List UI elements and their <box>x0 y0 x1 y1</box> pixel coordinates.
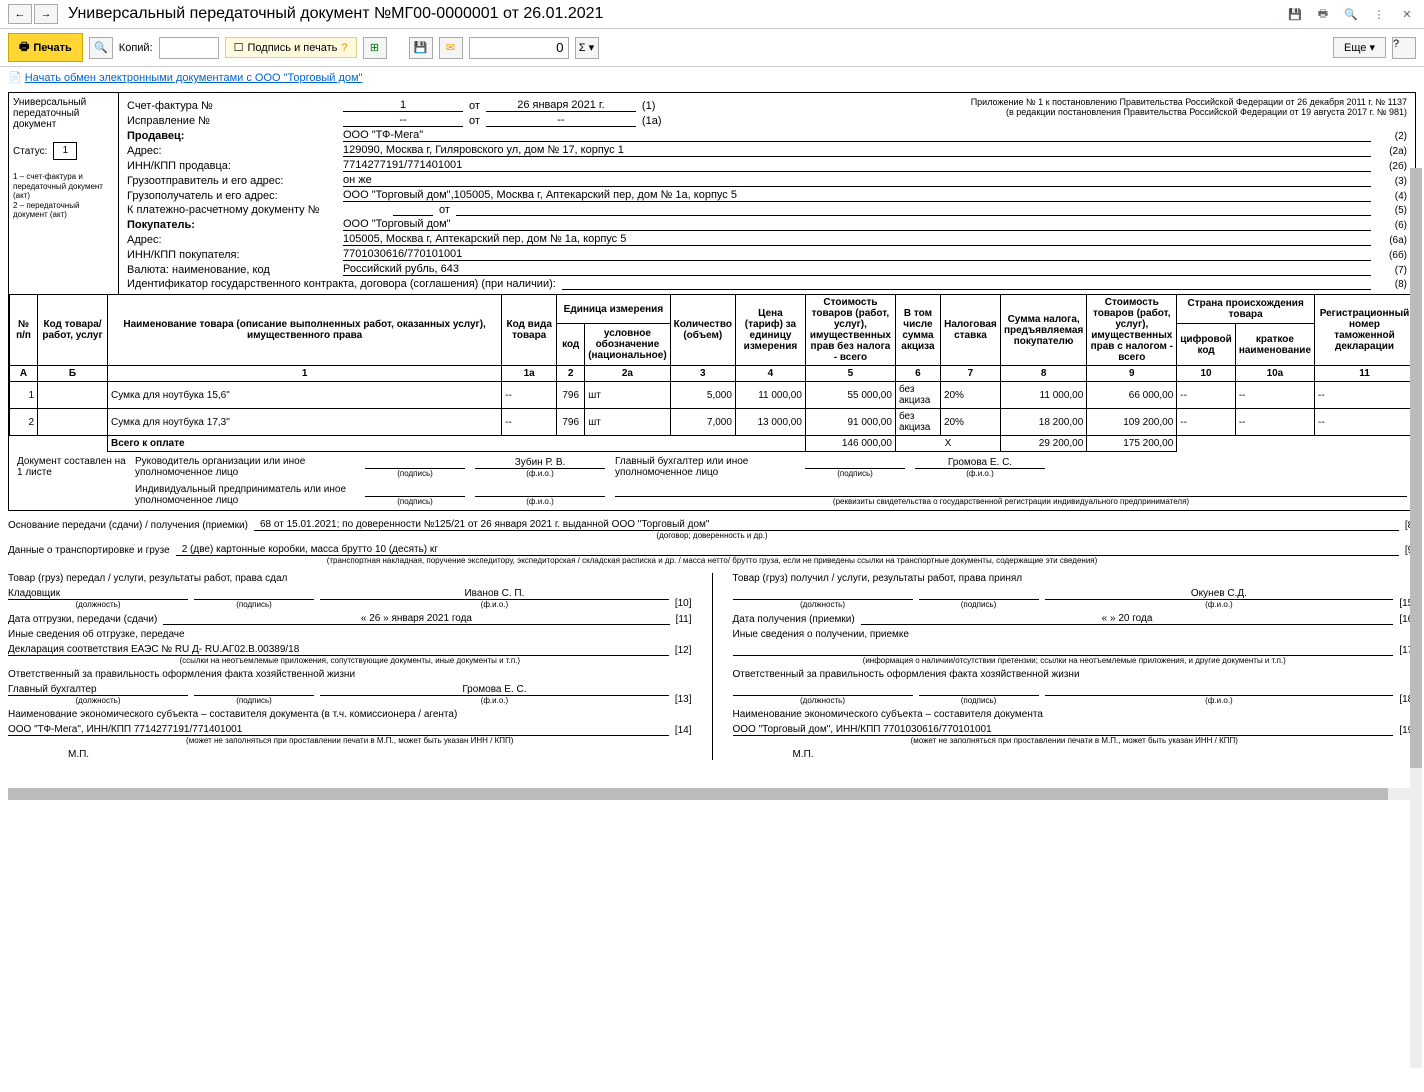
vertical-scrollbar[interactable] <box>1410 168 1422 1068</box>
sum-button[interactable]: Σ ▾ <box>575 37 599 59</box>
print-icon[interactable]: 🖶 <box>1314 5 1332 23</box>
receive-column: Товар (груз) получил / услуги, результат… <box>733 573 1417 760</box>
transfer-column: Товар (груз) передал / услуги, результат… <box>8 573 692 760</box>
copies-label: Копий: <box>119 42 153 54</box>
close-icon[interactable]: ✕ <box>1398 5 1416 23</box>
mail-button[interactable]: ✉ <box>439 37 463 59</box>
help-button[interactable]: ? <box>1392 37 1416 59</box>
search-icon[interactable]: 🔍 <box>1342 5 1360 23</box>
disk-button[interactable]: 💾 <box>409 37 433 59</box>
number-input[interactable] <box>469 37 569 59</box>
toolbar: 🖶 Печать 🔍 Копий: ☐ Подпись и печать ? ⊞… <box>0 29 1424 67</box>
edo-link[interactable]: Начать обмен электронными документами с … <box>25 72 363 84</box>
edo-link-bar: 📄 Начать обмен электронными документами … <box>0 67 1424 88</box>
table-row: 1Сумка для ноутбука 15,6"--796шт5,00011 … <box>10 382 1415 409</box>
print-button[interactable]: 🖶 Печать <box>8 33 83 62</box>
status-value: 1 <box>53 142 77 160</box>
nav-back-button[interactable]: ← <box>8 4 32 24</box>
print-label: Печать <box>33 42 71 54</box>
titlebar: ← → Универсальный передаточный документ … <box>0 0 1424 29</box>
sign-toggle[interactable]: ☐ Подпись и печать ? <box>225 37 357 58</box>
appendix-text: Приложение № 1 к постановлению Правитель… <box>971 97 1407 127</box>
window-title: Универсальный передаточный документ №МГ0… <box>68 5 1286 23</box>
document-area: Универсальный передаточный документ Стат… <box>0 88 1424 784</box>
copies-input[interactable] <box>159 37 219 59</box>
horizontal-scrollbar[interactable] <box>8 788 1416 800</box>
table-row: 2Сумка для ноутбука 17,3"--796шт7,00013 … <box>10 409 1415 436</box>
preview-button[interactable]: 🔍 <box>89 37 113 59</box>
more-vert-icon[interactable]: ⋮ <box>1370 5 1388 23</box>
more-button[interactable]: Еще ▾ <box>1333 37 1386 58</box>
items-table: № п/п Код товара/ работ, услуг Наименова… <box>9 294 1415 452</box>
doc-type-sidebar: Универсальный передаточный документ Стат… <box>9 93 119 294</box>
save-icon[interactable]: 💾 <box>1286 5 1304 23</box>
nav-forward-button[interactable]: → <box>34 4 58 24</box>
excel-button[interactable]: ⊞ <box>363 37 387 59</box>
